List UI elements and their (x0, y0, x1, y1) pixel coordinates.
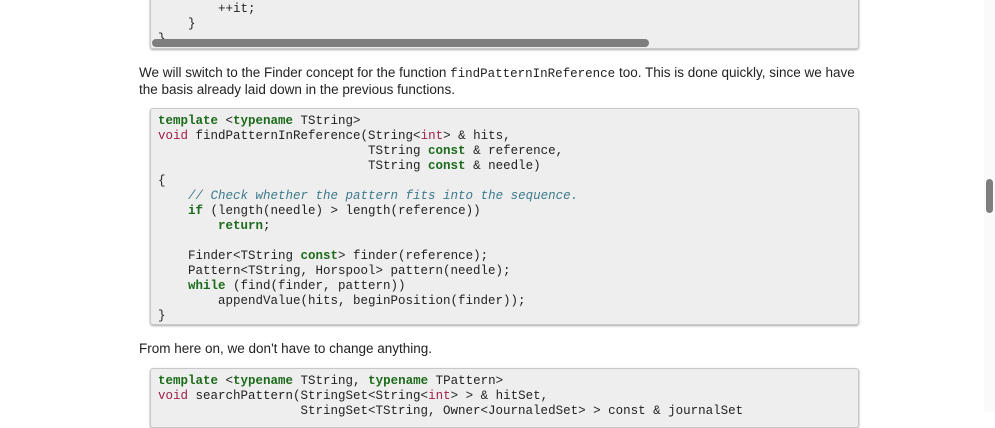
paragraph-2: From here on, we don't have to change an… (139, 341, 433, 356)
code-block-2: template <typename TString> void findPat… (150, 108, 859, 325)
horizontal-scrollbar[interactable] (152, 39, 649, 47)
code-block-2-content: template <typename TString> void findPat… (158, 114, 579, 323)
code-block-3: template <typename TString, typename TPa… (150, 368, 859, 428)
code-comment: // Check whether the pattern fits into t… (188, 189, 579, 203)
paragraph-1: We will switch to the Finder concept for… (139, 65, 855, 97)
inline-code: findPatternInReference (450, 67, 616, 81)
vertical-scrollbar-thumb[interactable] (986, 179, 993, 213)
